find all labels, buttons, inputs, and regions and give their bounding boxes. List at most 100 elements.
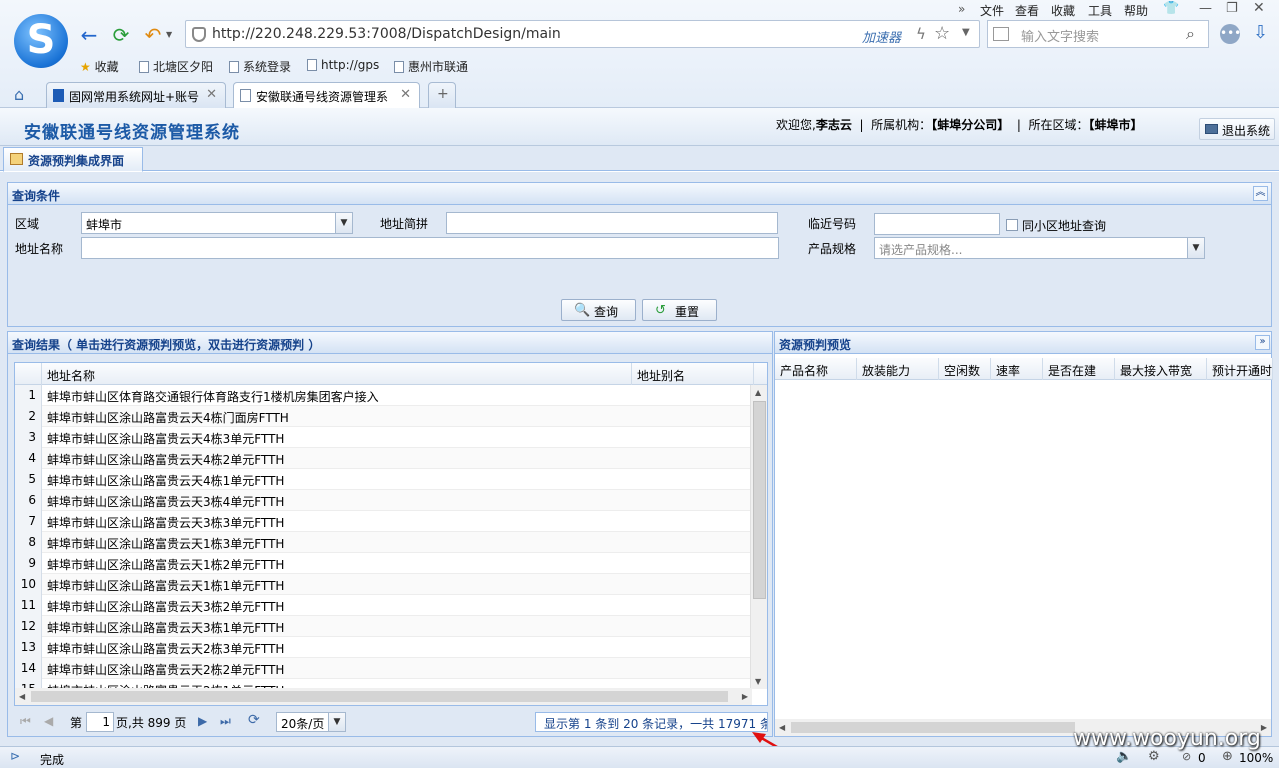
col-max-bandwidth[interactable]: 最大接入带宽 [1115, 358, 1207, 380]
table-row[interactable]: 2 蚌埠市蚌山区涂山路富贵云天4栋门面房FTTH [15, 406, 751, 427]
col-rate[interactable]: 速率 [991, 358, 1043, 380]
sidebar-toggle-icon[interactable]: ⊳ [10, 749, 20, 763]
toolbox-icon[interactable]: ⚙ [1148, 749, 1160, 764]
address-url[interactable]: http://220.248.229.53:7008/DispatchDesig… [212, 26, 561, 42]
page-size-select[interactable]: 20条/页 ▼ [276, 712, 346, 732]
reset-button[interactable]: ↺ 重置 [642, 299, 717, 321]
close-tab-icon[interactable]: ✕ [400, 87, 411, 102]
table-row[interactable]: 6 蚌埠市蚌山区涂山路富贵云天3栋4单元FTTH [15, 490, 751, 511]
collapse-up-icon[interactable]: ︽ [1253, 186, 1268, 201]
browser-tab-2[interactable]: 安徽联通号线资源管理系 ✕ [233, 82, 420, 109]
scroll-right-icon[interactable]: ▶ [742, 692, 748, 701]
browser-tab-1[interactable]: 固网常用系统网址+账号 ✕ [46, 82, 226, 108]
scroll-right-icon[interactable]: ▶ [1261, 723, 1267, 732]
prev-page-icon[interactable]: ◀ [44, 714, 53, 728]
volume-icon[interactable]: 🔈 [1116, 749, 1132, 764]
fav-item-1[interactable]: 北塘区夕阳 [139, 58, 213, 75]
page-number-input[interactable]: 1 [86, 712, 114, 732]
back-arrow-icon[interactable]: ← [78, 24, 100, 46]
table-row[interactable]: 10 蚌埠市蚌山区涂山路富贵云天1栋1单元FTTH [15, 574, 751, 595]
table-row[interactable]: 4 蚌埠市蚌山区涂山路富贵云天4栋2单元FTTH [15, 448, 751, 469]
lightning-icon[interactable]: ϟ [916, 25, 926, 43]
scroll-up-icon[interactable]: ▲ [755, 388, 761, 397]
fav-item-3[interactable]: http://gps [307, 58, 379, 72]
chevron-down-icon[interactable]: ▼ [1187, 238, 1204, 258]
col-address-name[interactable]: 地址名称 [42, 363, 632, 385]
restore-icon[interactable]: ❐ [1226, 1, 1238, 16]
bookmark-star-icon[interactable]: ☆ [934, 23, 950, 44]
skin-icon[interactable]: 👕 [1163, 1, 1179, 16]
table-row[interactable]: 13 蚌埠市蚌山区涂山路富贵云天2栋3单元FTTH [15, 637, 751, 658]
col-under-construction[interactable]: 是否在建 [1043, 358, 1115, 380]
scroll-down-icon[interactable]: ▼ [755, 677, 761, 686]
new-tab-button[interactable]: + [428, 82, 456, 108]
ad-block-icon[interactable]: ⊘ [1182, 750, 1191, 763]
zoom-icon[interactable]: ⊕ [1222, 749, 1233, 764]
table-row[interactable]: 9 蚌埠市蚌山区涂山路富贵云天1栋2单元FTTH [15, 553, 751, 574]
product-spec-select[interactable]: 请选产品规格... ▼ [874, 237, 1205, 259]
abbr-input[interactable] [446, 212, 778, 234]
chevron-down-icon[interactable]: ▼ [328, 713, 345, 731]
more-menu-icon[interactable]: » [958, 2, 965, 16]
scroll-thumb[interactable] [753, 401, 766, 599]
menu-help[interactable]: 帮助 [1124, 2, 1148, 19]
menu-file[interactable]: 文件 [980, 2, 1004, 19]
image-search-icon[interactable] [993, 27, 1009, 41]
address-name-input[interactable] [81, 237, 779, 259]
next-page-icon[interactable]: ▶ [198, 714, 207, 728]
first-page-icon[interactable]: ⏮ [20, 714, 31, 729]
table-row[interactable]: 14 蚌埠市蚌山区涂山路富贵云天2栋2单元FTTH [15, 658, 751, 679]
refresh-icon[interactable]: ⟳ [110, 24, 132, 46]
region-select[interactable]: 蚌埠市 ▼ [81, 212, 353, 234]
col-free[interactable]: 空闲数 [939, 358, 991, 380]
table-row[interactable]: 8 蚌埠市蚌山区涂山路富贵云天1栋3单元FTTH [15, 532, 751, 553]
zoom-level[interactable]: 100% [1239, 751, 1273, 765]
accelerator-label[interactable]: 加速器 [862, 27, 901, 46]
table-row[interactable]: 12 蚌埠市蚌山区涂山路富贵云天3栋1单元FTTH [15, 616, 751, 637]
scroll-thumb[interactable] [791, 722, 1075, 733]
address-name-cell: 蚌埠市蚌山区涂山路富贵云天1栋2单元FTTH [47, 558, 285, 572]
fav-item-4[interactable]: 惠州市联通 [394, 58, 468, 75]
search-button[interactable]: 🔍 查询 [561, 299, 636, 321]
horizontal-scrollbar[interactable]: ◀ ▶ [15, 688, 752, 705]
expand-right-icon[interactable]: » [1255, 335, 1270, 350]
table-row[interactable]: 7 蚌埠市蚌山区涂山路富贵云天3栋3单元FTTH [15, 511, 751, 532]
menu-view[interactable]: 查看 [1015, 2, 1039, 19]
table-row[interactable]: 1 蚌埠市蚌山区体育路交通银行体育路支行1楼机房集团客户接入 [15, 385, 751, 406]
col-est-open-time[interactable]: 预计开通时 [1207, 358, 1273, 380]
close-tab-icon[interactable]: ✕ [206, 87, 217, 102]
menu-tools[interactable]: 工具 [1088, 2, 1112, 19]
address-bar[interactable]: http://220.248.229.53:7008/DispatchDesig… [185, 20, 980, 48]
fav-item-2[interactable]: 系统登录 [229, 58, 291, 75]
undo-icon[interactable]: ↶ [142, 24, 164, 46]
chevron-down-icon[interactable]: ▼ [335, 213, 352, 233]
undo-dropdown-icon[interactable]: ▼ [166, 30, 172, 39]
col-capacity[interactable]: 放装能力 [857, 358, 939, 380]
abbr-label: 地址简拼 [380, 217, 429, 231]
browser-search-box[interactable]: 输入文字搜索 ⌕ [987, 20, 1209, 48]
home-icon[interactable]: ⌂ [14, 85, 24, 104]
tab-resource-prediction[interactable]: 资源预判集成界面 [3, 147, 143, 172]
same-area-checkbox[interactable] [1006, 219, 1018, 231]
fav-collect[interactable]: ★ 收藏 [80, 58, 119, 75]
last-page-icon[interactable]: ⏭ [220, 714, 231, 729]
table-row[interactable]: 3 蚌埠市蚌山区涂山路富贵云天4栋3单元FTTH [15, 427, 751, 448]
more-dots-icon[interactable]: ••• [1220, 24, 1241, 44]
minimize-icon[interactable]: — [1199, 1, 1212, 16]
logout-button[interactable]: 退出系统 [1199, 118, 1275, 140]
menu-favorites[interactable]: 收藏 [1051, 2, 1075, 19]
table-row[interactable]: 11 蚌埠市蚌山区涂山路富贵云天3栋2单元FTTH [15, 595, 751, 616]
download-icon[interactable]: ⇩ [1253, 22, 1268, 43]
scroll-left-icon[interactable]: ◀ [19, 692, 25, 701]
col-product-name[interactable]: 产品名称 [775, 358, 857, 380]
search-icon[interactable]: ⌕ [1186, 24, 1195, 44]
table-row[interactable]: 5 蚌埠市蚌山区涂山路富贵云天4栋1单元FTTH [15, 469, 751, 490]
address-dropdown-icon[interactable]: ▼ [962, 27, 970, 38]
vertical-scrollbar[interactable]: ▲ ▼ [750, 385, 767, 689]
col-address-alias[interactable]: 地址别名 [632, 363, 754, 385]
row-number: 4 [15, 448, 42, 469]
scroll-thumb[interactable] [31, 691, 728, 702]
refresh-grid-icon[interactable]: ⟳ [248, 712, 260, 728]
close-window-icon[interactable]: ✕ [1253, 0, 1265, 16]
nearby-number-input[interactable] [874, 213, 1000, 235]
